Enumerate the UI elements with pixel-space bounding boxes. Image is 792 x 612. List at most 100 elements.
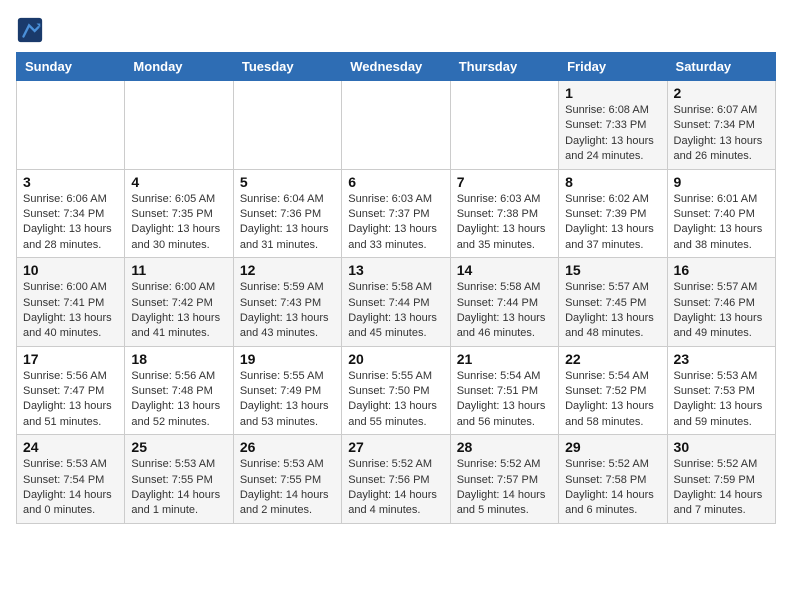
day-header-thursday: Thursday — [450, 53, 558, 81]
day-info: Sunrise: 5:58 AM Sunset: 7:44 PM Dayligh… — [348, 280, 443, 342]
day-info: Sunrise: 5:57 AM Sunset: 7:45 PM Dayligh… — [565, 280, 660, 342]
day-number: 25 — [131, 439, 226, 455]
day-info: Sunrise: 6:01 AM Sunset: 7:40 PM Dayligh… — [674, 192, 769, 254]
calendar-cell: 24 Sunrise: 5:53 AM Sunset: 7:54 PM Dayli… — [17, 435, 125, 524]
logo-icon — [16, 16, 44, 44]
day-info: Sunrise: 5:57 AM Sunset: 7:46 PM Dayligh… — [674, 280, 769, 342]
day-info: Sunrise: 5:52 AM Sunset: 7:58 PM Dayligh… — [565, 457, 660, 519]
calendar-cell — [450, 81, 558, 170]
day-number: 17 — [23, 351, 118, 367]
day-number: 18 — [131, 351, 226, 367]
day-info: Sunrise: 6:03 AM Sunset: 7:38 PM Dayligh… — [457, 192, 552, 254]
calendar-week-3: 10 Sunrise: 6:00 AM Sunset: 7:41 PM Dayli… — [17, 258, 776, 347]
calendar-cell: 6 Sunrise: 6:03 AM Sunset: 7:37 PM Daylig… — [342, 169, 450, 258]
day-info: Sunrise: 6:07 AM Sunset: 7:34 PM Dayligh… — [674, 103, 769, 165]
calendar-cell: 2 Sunrise: 6:07 AM Sunset: 7:34 PM Daylig… — [667, 81, 775, 170]
day-number: 1 — [565, 85, 660, 101]
day-number: 3 — [23, 174, 118, 190]
calendar-cell: 1 Sunrise: 6:08 AM Sunset: 7:33 PM Daylig… — [559, 81, 667, 170]
calendar-table: SundayMondayTuesdayWednesdayThursdayFrid… — [16, 52, 776, 524]
day-number: 11 — [131, 262, 226, 278]
day-number: 14 — [457, 262, 552, 278]
calendar-cell: 3 Sunrise: 6:06 AM Sunset: 7:34 PM Daylig… — [17, 169, 125, 258]
day-header-wednesday: Wednesday — [342, 53, 450, 81]
day-header-sunday: Sunday — [17, 53, 125, 81]
day-info: Sunrise: 5:53 AM Sunset: 7:54 PM Dayligh… — [23, 457, 118, 519]
day-number: 9 — [674, 174, 769, 190]
calendar-cell: 8Sunrise: 6:02 AM Sunset: 7:39 PM Daylig… — [559, 169, 667, 258]
calendar-cell — [233, 81, 341, 170]
day-number: 24 — [23, 439, 118, 455]
calendar-cell: 26 Sunrise: 5:53 AM Sunset: 7:55 PM Dayli… — [233, 435, 341, 524]
day-info: Sunrise: 5:54 AM Sunset: 7:51 PM Dayligh… — [457, 369, 552, 431]
day-number: 21 — [457, 351, 552, 367]
day-header-saturday: Saturday — [667, 53, 775, 81]
day-number: 10 — [23, 262, 118, 278]
day-info: Sunrise: 6:06 AM Sunset: 7:34 PM Dayligh… — [23, 192, 118, 254]
calendar-cell: 11 Sunrise: 6:00 AM Sunset: 7:42 PM Dayli… — [125, 258, 233, 347]
calendar-cell: 28 Sunrise: 5:52 AM Sunset: 7:57 PM Dayli… — [450, 435, 558, 524]
calendar-cell — [342, 81, 450, 170]
day-info: Sunrise: 5:55 AM Sunset: 7:50 PM Dayligh… — [348, 369, 443, 431]
calendar-week-1: 1 Sunrise: 6:08 AM Sunset: 7:33 PM Daylig… — [17, 81, 776, 170]
day-number: 22 — [565, 351, 660, 367]
calendar-cell — [17, 81, 125, 170]
calendar-cell: 21 Sunrise: 5:54 AM Sunset: 7:51 PM Dayli… — [450, 346, 558, 435]
day-info: Sunrise: 6:00 AM Sunset: 7:41 PM Dayligh… — [23, 280, 118, 342]
day-info: Sunrise: 5:52 AM Sunset: 7:57 PM Dayligh… — [457, 457, 552, 519]
day-number: 19 — [240, 351, 335, 367]
day-number: 29 — [565, 439, 660, 455]
day-number: 16 — [674, 262, 769, 278]
calendar-cell: 4Sunrise: 6:05 AM Sunset: 7:35 PM Daylig… — [125, 169, 233, 258]
calendar-week-5: 24 Sunrise: 5:53 AM Sunset: 7:54 PM Dayli… — [17, 435, 776, 524]
day-number: 13 — [348, 262, 443, 278]
day-number: 12 — [240, 262, 335, 278]
day-number: 27 — [348, 439, 443, 455]
calendar-cell: 17 Sunrise: 5:56 AM Sunset: 7:47 PM Dayli… — [17, 346, 125, 435]
day-info: Sunrise: 5:53 AM Sunset: 7:53 PM Dayligh… — [674, 369, 769, 431]
calendar-cell: 25 Sunrise: 5:53 AM Sunset: 7:55 PM Dayli… — [125, 435, 233, 524]
calendar-cell: 20 Sunrise: 5:55 AM Sunset: 7:50 PM Dayli… — [342, 346, 450, 435]
calendar-cell: 13 Sunrise: 5:58 AM Sunset: 7:44 PM Dayli… — [342, 258, 450, 347]
calendar-cell: 7 Sunrise: 6:03 AM Sunset: 7:38 PM Daylig… — [450, 169, 558, 258]
calendar-cell: 5 Sunrise: 6:04 AM Sunset: 7:36 PM Daylig… — [233, 169, 341, 258]
day-number: 28 — [457, 439, 552, 455]
day-info: Sunrise: 5:58 AM Sunset: 7:44 PM Dayligh… — [457, 280, 552, 342]
day-number: 8 — [565, 174, 660, 190]
calendar-header-row: SundayMondayTuesdayWednesdayThursdayFrid… — [17, 53, 776, 81]
day-number: 30 — [674, 439, 769, 455]
calendar-cell — [125, 81, 233, 170]
day-number: 5 — [240, 174, 335, 190]
calendar-week-4: 17 Sunrise: 5:56 AM Sunset: 7:47 PM Dayli… — [17, 346, 776, 435]
calendar-cell: 22 Sunrise: 5:54 AM Sunset: 7:52 PM Dayli… — [559, 346, 667, 435]
day-info: Sunrise: 5:53 AM Sunset: 7:55 PM Dayligh… — [131, 457, 226, 519]
calendar-cell: 18 Sunrise: 5:56 AM Sunset: 7:48 PM Dayli… — [125, 346, 233, 435]
day-number: 23 — [674, 351, 769, 367]
calendar-cell: 14 Sunrise: 5:58 AM Sunset: 7:44 PM Dayli… — [450, 258, 558, 347]
day-info: Sunrise: 6:05 AM Sunset: 7:35 PM Dayligh… — [131, 192, 226, 254]
calendar-cell: 10 Sunrise: 6:00 AM Sunset: 7:41 PM Dayli… — [17, 258, 125, 347]
calendar-cell: 30 Sunrise: 5:52 AM Sunset: 7:59 PM Dayli… — [667, 435, 775, 524]
day-header-monday: Monday — [125, 53, 233, 81]
day-number: 7 — [457, 174, 552, 190]
day-number: 6 — [348, 174, 443, 190]
calendar-cell: 15 Sunrise: 5:57 AM Sunset: 7:45 PM Dayli… — [559, 258, 667, 347]
day-info: Sunrise: 5:56 AM Sunset: 7:48 PM Dayligh… — [131, 369, 226, 431]
day-info: Sunrise: 5:54 AM Sunset: 7:52 PM Dayligh… — [565, 369, 660, 431]
day-info: Sunrise: 6:04 AM Sunset: 7:36 PM Dayligh… — [240, 192, 335, 254]
day-info: Sunrise: 5:55 AM Sunset: 7:49 PM Dayligh… — [240, 369, 335, 431]
day-info: Sunrise: 5:59 AM Sunset: 7:43 PM Dayligh… — [240, 280, 335, 342]
day-number: 20 — [348, 351, 443, 367]
day-info: Sunrise: 5:56 AM Sunset: 7:47 PM Dayligh… — [23, 369, 118, 431]
header — [16, 16, 776, 44]
day-info: Sunrise: 6:08 AM Sunset: 7:33 PM Dayligh… — [565, 103, 660, 165]
day-number: 15 — [565, 262, 660, 278]
day-number: 2 — [674, 85, 769, 101]
day-info: Sunrise: 6:03 AM Sunset: 7:37 PM Dayligh… — [348, 192, 443, 254]
day-number: 26 — [240, 439, 335, 455]
day-info: Sunrise: 6:00 AM Sunset: 7:42 PM Dayligh… — [131, 280, 226, 342]
day-info: Sunrise: 5:53 AM Sunset: 7:55 PM Dayligh… — [240, 457, 335, 519]
day-info: Sunrise: 5:52 AM Sunset: 7:59 PM Dayligh… — [674, 457, 769, 519]
calendar-cell: 16 Sunrise: 5:57 AM Sunset: 7:46 PM Dayli… — [667, 258, 775, 347]
calendar-cell: 9 Sunrise: 6:01 AM Sunset: 7:40 PM Daylig… — [667, 169, 775, 258]
